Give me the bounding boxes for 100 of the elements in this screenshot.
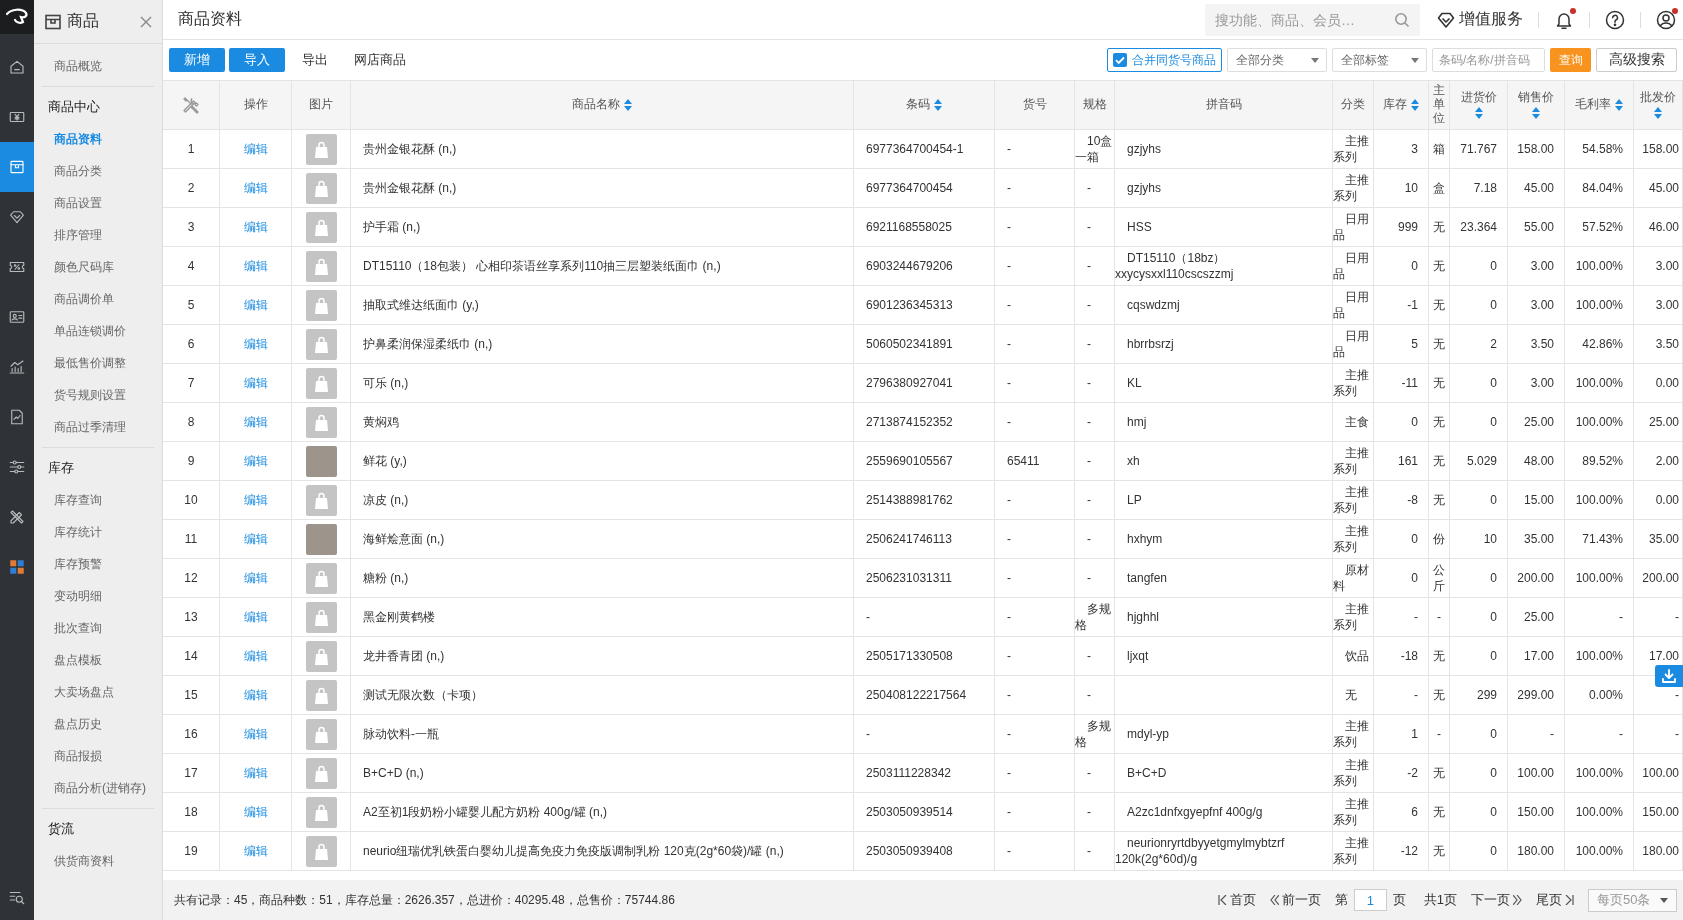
column-header: 货号: [1022, 98, 1047, 112]
edit-link[interactable]: 编辑: [243, 804, 268, 820]
product-name: 护手霜 (n,): [363, 219, 421, 235]
sidebar-item[interactable]: 库存统计: [42, 516, 154, 548]
sidebar-item[interactable]: 商品分析(进销存): [42, 772, 154, 804]
edit-link[interactable]: 编辑: [243, 687, 268, 703]
help-icon[interactable]: [1605, 9, 1625, 30]
sort-icon[interactable]: [624, 99, 632, 111]
margin-rate: 100.00%: [1575, 414, 1623, 430]
sidebar-item[interactable]: 库存预警: [42, 548, 154, 580]
filter-select[interactable]: 全部分类: [1227, 48, 1327, 72]
edit-link[interactable]: 编辑: [243, 648, 268, 664]
sidebar-item[interactable]: 商品分类: [42, 155, 154, 187]
product-name: 龙井香青团 (n,): [363, 648, 445, 664]
sidebar-item[interactable]: 库存查询: [42, 484, 154, 516]
search-icon[interactable]: [1394, 11, 1410, 28]
category: 主推系列: [1333, 601, 1370, 633]
edit-link[interactable]: 编辑: [243, 570, 268, 586]
sidebar-item[interactable]: 供货商资料: [42, 845, 154, 877]
sidebar-item[interactable]: 盘点历史: [42, 708, 154, 740]
edit-link[interactable]: 编辑: [243, 258, 268, 274]
edit-link[interactable]: 编辑: [243, 336, 268, 352]
sort-icon[interactable]: [1654, 106, 1662, 119]
sidebar-item[interactable]: 商品设置: [42, 187, 154, 219]
search-field[interactable]: 搜功能、商品、会员…: [1205, 3, 1420, 36]
sidebar-item[interactable]: 商品报损: [42, 740, 154, 772]
shopping-bag-icon: [305, 679, 337, 711]
row-number: 5: [187, 297, 195, 313]
text-button[interactable]: 导出: [289, 48, 341, 72]
edit-link[interactable]: 编辑: [243, 219, 268, 235]
value-added-services-button[interactable]: 增值服务: [1437, 9, 1523, 30]
page-number-field[interactable]: 1: [1353, 889, 1387, 911]
sidebar-item[interactable]: 盘点模板: [42, 644, 154, 676]
user-icon[interactable]: [1656, 9, 1676, 30]
shopping-bag-icon: [305, 640, 337, 672]
primary-button[interactable]: 新增: [169, 48, 225, 72]
row-number: 19: [184, 843, 198, 859]
sort-icon[interactable]: [1474, 106, 1483, 119]
sidebar-item[interactable]: 商品过季清理: [42, 411, 154, 443]
edit-link[interactable]: 编辑: [243, 141, 268, 157]
merge-checkbox[interactable]: 合并同货号商品: [1107, 48, 1222, 72]
margin-rate: 100.00%: [1575, 570, 1623, 586]
edit-link[interactable]: 编辑: [243, 453, 268, 469]
row-number: 2: [187, 180, 195, 196]
edit-link[interactable]: 编辑: [243, 492, 268, 508]
sidebar-item[interactable]: 颜色尺码库: [42, 251, 154, 283]
page-size-select[interactable]: 每页50条: [1588, 888, 1677, 912]
text-button[interactable]: 网店商品: [341, 48, 419, 72]
unit: 无: [1433, 453, 1445, 469]
sort-icon[interactable]: [934, 99, 942, 111]
sidebar-item[interactable]: 商品资料: [42, 123, 154, 155]
product-name: 脉动饮料-一瓶: [363, 726, 439, 742]
tools-icon[interactable]: [181, 95, 201, 115]
edit-link[interactable]: 编辑: [243, 531, 268, 547]
edit-link[interactable]: 编辑: [243, 726, 268, 742]
logo-icon[interactable]: [5, 8, 29, 26]
sidebar-item[interactable]: 大卖场盘点: [42, 676, 154, 708]
stock-quantity: 161: [1397, 453, 1418, 469]
checkbox-icon[interactable]: [1113, 53, 1127, 67]
edit-link[interactable]: 编辑: [243, 414, 268, 430]
sidebar-item[interactable]: 商品调价单: [42, 283, 154, 315]
edit-link[interactable]: 编辑: [243, 297, 268, 313]
margin-rate: -: [1619, 609, 1623, 625]
item-number: -: [1007, 609, 1011, 625]
download-button[interactable]: [1655, 665, 1683, 687]
search-field[interactable]: 条码/名称/拼音码: [1432, 48, 1545, 72]
edit-link[interactable]: 编辑: [243, 765, 268, 781]
filter-select[interactable]: 全部标签: [1332, 48, 1427, 72]
last-page-button[interactable]: 尾页: [1536, 891, 1574, 909]
sidebar-item[interactable]: 变动明细: [42, 580, 154, 612]
sidebar-item[interactable]: 单品连锁调价: [42, 315, 154, 347]
previous-page-button[interactable]: 前一页: [1269, 891, 1321, 909]
edit-link[interactable]: 编辑: [243, 843, 268, 859]
sidebar-item[interactable]: 批次查询: [42, 612, 154, 644]
sidebar-item[interactable]: 货号规则设置: [42, 379, 154, 411]
pinyin-code: A2zc1dnfxgyepfnf 400g/g: [1126, 804, 1263, 820]
edit-link[interactable]: 编辑: [243, 180, 268, 196]
edit-link[interactable]: 编辑: [243, 375, 268, 391]
edit-link[interactable]: 编辑: [243, 609, 268, 625]
purchase-price: 0: [1490, 570, 1497, 586]
shopping-bag-icon: [305, 367, 337, 399]
column-header: 拼音码: [1205, 98, 1242, 112]
close-icon[interactable]: [140, 15, 152, 28]
primary-button[interactable]: 导入: [229, 48, 285, 72]
next-page-button[interactable]: 下一页: [1471, 891, 1522, 909]
unit: 无: [1433, 687, 1445, 703]
sort-icon[interactable]: [1532, 106, 1540, 119]
advanced-search-button[interactable]: 高级搜索: [1596, 48, 1677, 72]
sort-icon[interactable]: [1411, 99, 1419, 111]
wholesale-price: 100.00: [1642, 765, 1679, 781]
sidebar-item[interactable]: 最低售价调整: [42, 347, 154, 379]
first-page-button[interactable]: 首页: [1217, 891, 1256, 909]
sidebar-item[interactable]: 商品概览: [42, 50, 154, 82]
stock-quantity: -: [1414, 687, 1418, 703]
unit: 无: [1433, 375, 1445, 391]
row-number: 16: [184, 726, 198, 742]
sidebar-item[interactable]: 排序管理: [42, 219, 154, 251]
stock-quantity: 0: [1411, 570, 1418, 586]
purchase-price: 7.18: [1473, 180, 1497, 196]
sort-icon[interactable]: [1615, 99, 1623, 111]
